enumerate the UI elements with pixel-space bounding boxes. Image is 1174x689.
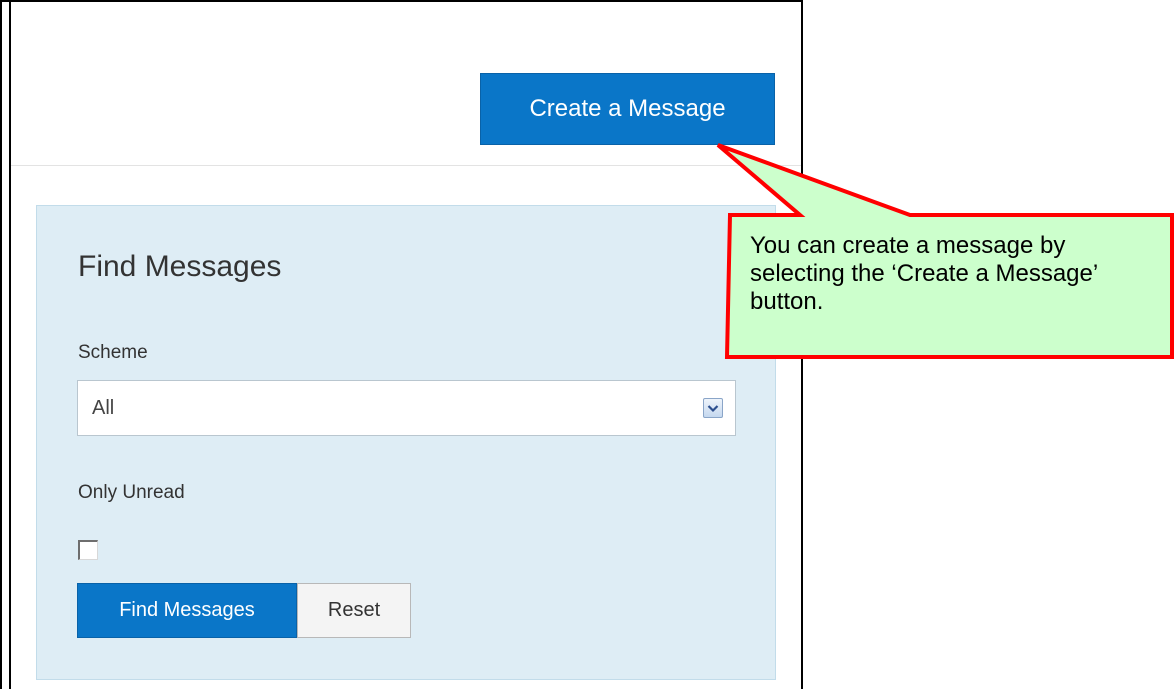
screenshot-stage: Create a Message Find Messages Scheme Al…	[0, 0, 1174, 689]
panel-title: Find Messages	[78, 250, 282, 283]
scheme-selected-value: All	[92, 396, 115, 419]
find-messages-button[interactable]: Find Messages	[77, 583, 297, 638]
frame-divider	[9, 2, 11, 689]
only-unread-checkbox[interactable]	[78, 540, 98, 560]
create-message-button[interactable]: Create a Message	[480, 73, 775, 145]
scheme-label: Scheme	[78, 342, 148, 363]
scheme-select[interactable]: All	[77, 380, 736, 436]
chevron-down-icon[interactable]	[703, 398, 723, 418]
callout-text: You can create a message by selecting th…	[750, 232, 1098, 315]
header-divider	[11, 165, 801, 166]
only-unread-label: Only Unread	[78, 482, 185, 503]
reset-button[interactable]: Reset	[297, 583, 411, 638]
